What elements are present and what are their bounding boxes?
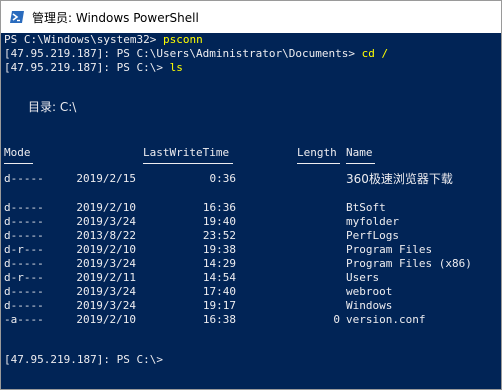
row-name: version.conf	[346, 313, 426, 326]
window-title: 管理员: Windows PowerShell	[32, 11, 199, 25]
row-date: 2019/2/10	[76, 201, 136, 214]
row-name: BtSoft	[346, 201, 386, 214]
column-rule-mode	[4, 163, 33, 164]
row-time: 14:54	[202, 271, 236, 284]
row-name: 360极速浏览器下载	[346, 172, 453, 186]
row-name: Windows	[346, 299, 393, 312]
row-name: Program Files	[346, 243, 433, 256]
row-time: 19:38	[202, 243, 236, 256]
row-mode: d-----	[4, 215, 44, 228]
row-length: 0	[333, 313, 340, 326]
row-time: 14:29	[202, 257, 236, 270]
command-text: psconn	[162, 33, 203, 46]
row-mode: -a----	[4, 313, 44, 326]
row-name: Users	[346, 271, 380, 284]
row-name: PerfLogs	[346, 229, 399, 242]
final-prompt[interactable]: [47.95.219.187]: PS C:\>	[4, 353, 163, 367]
column-header-length: Length	[297, 146, 337, 159]
command-text: ls	[169, 61, 183, 74]
console-output[interactable]: PS C:\Windows\system32> psconn [47.95.21…	[4, 33, 500, 388]
console-line-1: PS C:\Windows\system32> psconn	[4, 33, 203, 47]
row-mode: d-----	[4, 285, 44, 298]
row-name: Program Files (x86)	[346, 257, 472, 270]
row-mode: d-r---	[4, 271, 44, 284]
column-header-mode: Mode	[4, 146, 31, 159]
row-time: 19:17	[202, 299, 236, 312]
row-name: myfolder	[346, 215, 399, 228]
row-date: 2019/2/10	[76, 243, 136, 256]
prompt-text: PS C:\Windows\system32>	[4, 33, 163, 46]
powershell-icon	[10, 11, 24, 23]
column-header-name: Name	[346, 146, 373, 159]
row-date: 2019/2/15	[76, 172, 136, 185]
column-rule-length	[297, 163, 340, 164]
directory-header: 目录: C:\	[28, 100, 77, 114]
row-time: 16:36	[202, 201, 236, 214]
row-time: 16:38	[202, 313, 236, 326]
row-date: 2019/2/11	[76, 271, 136, 284]
row-mode: d-----	[4, 172, 44, 185]
powershell-window: 管理员: Windows PowerShell PS C:\Windows\sy…	[0, 0, 502, 390]
row-time: 17:40	[202, 285, 236, 298]
row-mode: d-r---	[4, 243, 44, 256]
row-date: 2013/8/22	[76, 229, 136, 242]
row-time: 0:36	[209, 172, 237, 185]
row-date: 2019/3/24	[76, 285, 136, 298]
row-date: 2019/3/24	[76, 215, 136, 228]
row-date: 2019/2/10	[76, 313, 136, 326]
console-line-2: [47.95.219.187]: PS C:\Users\Administrat…	[4, 47, 388, 61]
prompt-text: [47.95.219.187]: PS C:\Users\Administrat…	[4, 47, 362, 60]
column-header-lastwritetime: LastWriteTime	[143, 146, 230, 159]
row-mode: d-----	[4, 299, 44, 312]
row-mode: d-----	[4, 257, 44, 270]
command-text: cd /	[361, 47, 389, 60]
row-mode: d-----	[4, 229, 44, 242]
title-bar[interactable]: 管理员: Windows PowerShell	[1, 1, 501, 33]
console-line-3: [47.95.219.187]: PS C:\> ls	[4, 61, 183, 75]
row-date: 2019/3/24	[76, 299, 136, 312]
row-time: 19:40	[202, 215, 236, 228]
prompt-text: [47.95.219.187]: PS C:\>	[4, 61, 170, 74]
column-rule-name	[346, 163, 375, 164]
row-mode: d-----	[4, 201, 44, 214]
row-date: 2019/3/24	[76, 257, 136, 270]
row-name: webroot	[346, 285, 393, 298]
column-rule-lastwritetime	[143, 163, 233, 164]
row-time: 23:52	[202, 229, 236, 242]
